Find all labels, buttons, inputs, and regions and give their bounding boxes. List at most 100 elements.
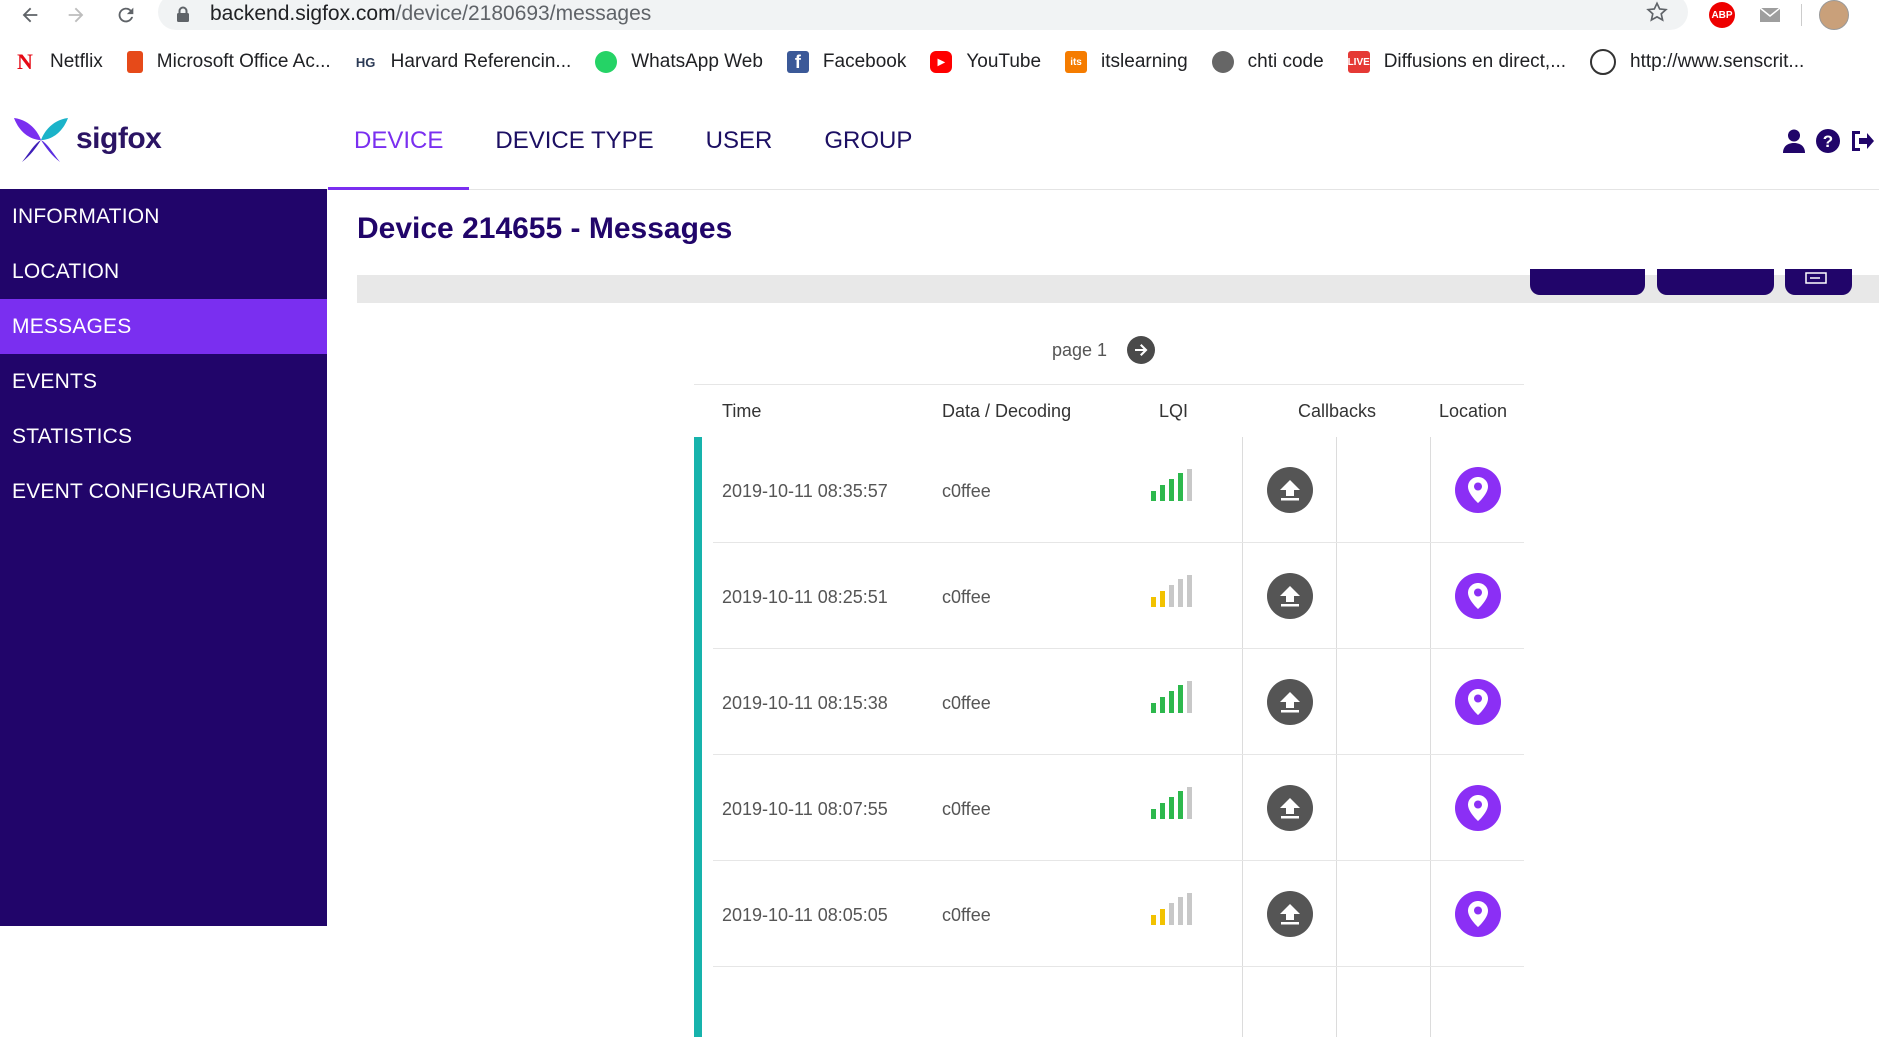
- toolbar-button-2[interactable]: [1657, 269, 1774, 295]
- column-header-lqi[interactable]: LQI: [1159, 401, 1188, 422]
- bookmark-label: chti code: [1247, 51, 1324, 72]
- lqi-bar: [1178, 897, 1183, 925]
- upload-icon: [1280, 692, 1300, 713]
- location-pin-button[interactable]: [1455, 573, 1501, 619]
- location-pin-button[interactable]: [1455, 679, 1501, 725]
- bookmark-label: Diffusions en direct,...: [1383, 51, 1567, 72]
- lqi-bar: [1151, 915, 1156, 925]
- live-icon: LIVE: [1348, 51, 1370, 73]
- globe-icon: [1211, 51, 1234, 73]
- svg-text:?: ?: [1823, 132, 1833, 151]
- mail-extension[interactable]: [1756, 0, 1784, 30]
- export-button[interactable]: [1785, 269, 1852, 295]
- next-page-button[interactable]: [1127, 336, 1156, 364]
- table-row[interactable]: 2019-10-11 08:07:55 c0ffee: [694, 755, 1524, 861]
- lqi-bar: [1151, 597, 1156, 607]
- mail-icon: [1759, 7, 1781, 22]
- bookmark-item[interactable]: chti code: [1211, 51, 1324, 73]
- lqi-bar: [1169, 691, 1174, 713]
- logout-button[interactable]: [1845, 126, 1879, 156]
- sidebar-item-location[interactable]: LOCATION: [0, 244, 327, 299]
- location-pin-button[interactable]: [1455, 785, 1501, 831]
- sidebar-item-information[interactable]: INFORMATION: [0, 189, 327, 244]
- url-path: /device/2180693/messages: [395, 2, 652, 25]
- lqi-bar: [1187, 469, 1192, 501]
- bookmark-item[interactable]: N Netflix: [14, 49, 103, 74]
- address-bar[interactable]: backend.sigfox.com/device/2180693/messag…: [158, 0, 1688, 30]
- nav-tab-user[interactable]: USER: [680, 92, 799, 189]
- nav-tab-group[interactable]: GROUP: [798, 92, 938, 189]
- office-icon: [126, 51, 143, 73]
- callback-upload-button[interactable]: [1267, 785, 1313, 831]
- callback-upload-button[interactable]: [1267, 679, 1313, 725]
- message-time: 2019-10-11 08:35:57: [722, 481, 888, 501]
- map-pin-icon: [1468, 583, 1488, 609]
- help-button[interactable]: ?: [1811, 126, 1845, 156]
- callback-upload-button[interactable]: [1267, 891, 1313, 937]
- bookmark-label: Facebook: [822, 51, 907, 72]
- toolbar-button-1[interactable]: [1530, 269, 1645, 295]
- bookmark-item[interactable]: WhatsApp Web: [595, 51, 763, 73]
- profile-avatar[interactable]: [1818, 0, 1850, 30]
- browser-toolbar: backend.sigfox.com/device/2180693/messag…: [0, 0, 1879, 30]
- table-row[interactable]: 2019-10-11 08:35:57 c0ffee: [694, 437, 1524, 543]
- reload-button[interactable]: [110, 0, 142, 30]
- sidebar-item-statistics[interactable]: STATISTICS: [0, 409, 327, 464]
- user-profile-button[interactable]: [1777, 126, 1811, 156]
- sidebar-item-messages[interactable]: MESSAGES: [0, 299, 327, 354]
- message-time: 2019-10-11 08:15:38: [722, 693, 888, 713]
- lqi-bar: [1187, 575, 1192, 607]
- bookmark-item[interactable]: LIVE Diffusions en direct,...: [1348, 51, 1566, 73]
- column-header-callbacks[interactable]: Callbacks: [1298, 401, 1376, 422]
- bookmark-item[interactable]: HG Harvard Referencin...: [355, 51, 572, 73]
- whatsapp-icon: [595, 51, 618, 73]
- column-header-time[interactable]: Time: [722, 401, 761, 422]
- user-icon: [1783, 129, 1805, 153]
- pagination: page 1: [1052, 336, 1156, 364]
- sidebar-item-event-configuration[interactable]: EVENT CONFIGURATION: [0, 464, 327, 519]
- message-time: 2019-10-11 08:25:51: [722, 587, 888, 607]
- lqi-bar: [1187, 893, 1192, 925]
- bookmark-label: Harvard Referencin...: [390, 51, 572, 72]
- top-navigation: DEVICE DEVICE TYPE USER GROUP: [328, 92, 938, 190]
- location-pin-button[interactable]: [1455, 467, 1501, 513]
- bookmark-label: http://www.senscrit...: [1630, 51, 1805, 72]
- bookmark-item[interactable]: f Facebook: [786, 51, 907, 73]
- messages-table: Time Data / Decoding LQI Callbacks Locat…: [694, 384, 1524, 1037]
- table-row[interactable]: 2019-10-11 08:15:38 c0ffee: [694, 649, 1524, 755]
- avatar: [1819, 0, 1849, 30]
- callback-upload-button[interactable]: [1267, 573, 1313, 619]
- nav-tab-device-type[interactable]: DEVICE TYPE: [469, 92, 679, 189]
- message-data: c0ffee: [942, 693, 991, 713]
- upload-icon: [1280, 586, 1300, 607]
- map-pin-icon: [1468, 689, 1488, 715]
- sidebar: INFORMATION LOCATION MESSAGES EVENTS STATIST…: [0, 189, 327, 926]
- bookmark-item[interactable]: Microsoft Office Ac...: [126, 51, 331, 73]
- bookmark-item[interactable]: ▶ YouTube: [930, 51, 1041, 73]
- lqi-bar: [1151, 809, 1156, 819]
- lqi-bar: [1151, 703, 1156, 713]
- message-data: c0ffee: [942, 799, 991, 819]
- table-row[interactable]: 2019-10-11 08:25:51 c0ffee: [694, 543, 1524, 649]
- row-divider: [713, 966, 1524, 967]
- bookmark-star-icon[interactable]: [1646, 1, 1668, 23]
- bookmark-item[interactable]: its itslearning: [1065, 51, 1188, 73]
- lqi-signal-icon: [1151, 893, 1196, 925]
- bookmark-label: YouTube: [966, 51, 1042, 72]
- forward-button[interactable]: [60, 0, 92, 30]
- adblock-extension[interactable]: ABP: [1708, 0, 1736, 30]
- table-header: Time Data / Decoding LQI Callbacks Locat…: [694, 384, 1524, 437]
- table-row[interactable]: 2019-10-11 08:05:05 c0ffee: [694, 861, 1524, 967]
- reload-icon: [118, 7, 134, 23]
- location-pin-button[interactable]: [1455, 891, 1501, 937]
- column-header-location[interactable]: Location: [1439, 401, 1507, 422]
- upload-icon: [1280, 480, 1300, 501]
- column-header-data[interactable]: Data / Decoding: [942, 401, 1071, 422]
- nav-tab-device[interactable]: DEVICE: [328, 92, 470, 190]
- map-pin-icon: [1468, 901, 1488, 927]
- back-button[interactable]: [14, 0, 46, 30]
- sidebar-item-events[interactable]: EVENTS: [0, 354, 327, 409]
- sigfox-logo[interactable]: sigfox: [12, 114, 162, 164]
- callback-upload-button[interactable]: [1267, 467, 1313, 513]
- bookmark-item[interactable]: http://www.senscrit...: [1590, 49, 1804, 75]
